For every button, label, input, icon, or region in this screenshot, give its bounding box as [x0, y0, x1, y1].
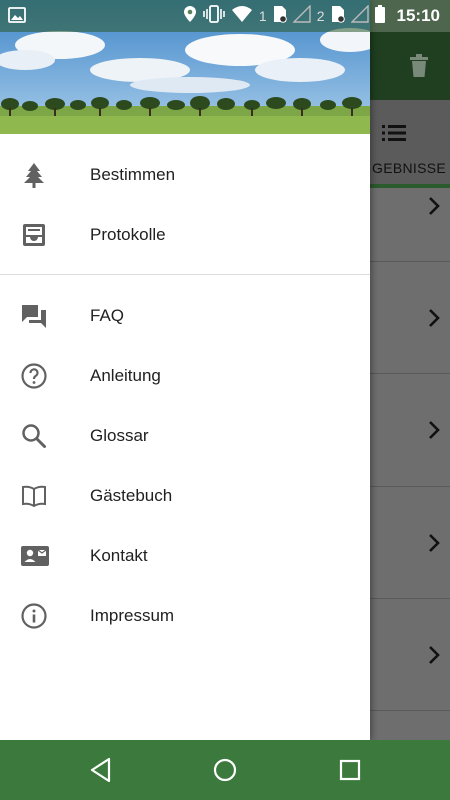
sim1-label: 1 [258, 8, 267, 24]
drawer-item-faq[interactable]: FAQ [0, 286, 370, 346]
drawer-item-gaestebuch[interactable]: Gästebuch [0, 466, 370, 526]
wifi-icon [231, 5, 253, 28]
chevron-right-icon [428, 645, 440, 670]
image-icon [8, 6, 26, 29]
search-icon [20, 422, 48, 450]
drawer-item-anleitung[interactable]: Anleitung [0, 346, 370, 406]
drawer-item-protokolle[interactable]: Protokolle [0, 205, 370, 265]
sim-icon [273, 5, 287, 28]
chevron-right-icon [428, 420, 440, 445]
drawer-item-label: Anleitung [90, 366, 161, 385]
recents-icon[interactable] [335, 755, 365, 785]
location-icon [183, 5, 197, 28]
drawer-divider [0, 274, 370, 275]
inbox-icon [20, 221, 48, 249]
chevron-right-icon [428, 308, 440, 333]
drawer-item-bestimmen[interactable]: Bestimmen [0, 145, 370, 205]
help-icon [20, 362, 48, 390]
signal-icon [292, 3, 311, 28]
navigation-drawer: Bestimmen Protokolle FAQ Anleitung Gloss… [0, 0, 370, 740]
battery-icon [374, 4, 385, 28]
sim-icon [331, 5, 345, 28]
drawer-item-glossar[interactable]: Glossar [0, 406, 370, 466]
book-icon [20, 482, 48, 510]
list-icon [382, 124, 406, 147]
chevron-right-icon [428, 196, 440, 221]
trash-icon[interactable] [408, 54, 430, 83]
status-icons: 1 2 15:10 [183, 0, 440, 32]
drawer-item-impressum[interactable]: Impressum [0, 586, 370, 646]
drawer-item-label: Kontakt [90, 546, 148, 565]
home-icon[interactable] [210, 755, 240, 785]
info-icon [20, 602, 48, 630]
drawer-item-label: Gästebuch [90, 486, 173, 505]
system-nav-bar [0, 740, 450, 800]
signal-icon [349, 3, 369, 28]
back-icon[interactable] [86, 755, 116, 785]
chevron-right-icon [428, 533, 440, 558]
drawer-item-label: Protokolle [90, 225, 166, 244]
drawer-item-label: Bestimmen [90, 165, 176, 184]
vibrate-icon [203, 4, 225, 28]
drawer-item-label: Glossar [90, 426, 149, 445]
tree-icon [20, 161, 48, 189]
drawer-item-kontakt[interactable]: Kontakt [0, 526, 370, 586]
status-time: 15:10 [396, 6, 440, 25]
drawer-item-label: Impressum [90, 606, 175, 625]
contact-card-icon [20, 542, 49, 570]
sim2-label: 2 [316, 8, 325, 24]
forum-icon [20, 302, 48, 330]
tab-ergebnisse[interactable]: GEBNISSE [372, 160, 446, 176]
drawer-item-label: FAQ [90, 306, 125, 325]
